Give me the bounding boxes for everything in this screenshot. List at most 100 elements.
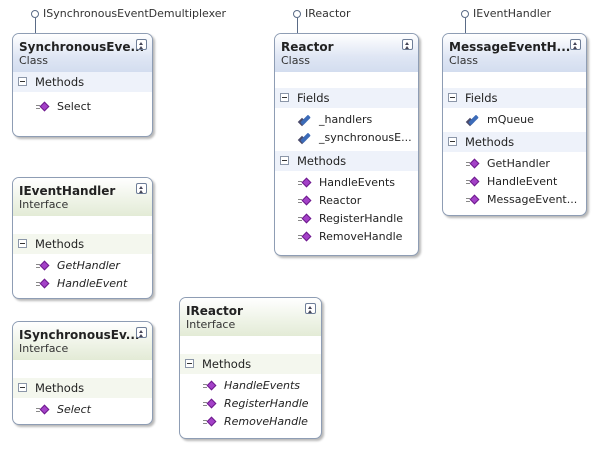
- member-field[interactable]: _handlers: [275, 111, 418, 129]
- class-shape-synchronouseventdemultiplexer[interactable]: SynchronousEve... Class Methods Select: [12, 33, 153, 137]
- member-method[interactable]: Select: [13, 98, 152, 116]
- method-icon: [298, 231, 312, 242]
- member-label: RemoveHandle: [224, 415, 308, 428]
- member-method[interactable]: RemoveHandle: [180, 413, 321, 431]
- method-icon: [298, 195, 312, 206]
- collapse-minus-icon[interactable]: [448, 137, 457, 146]
- lollipop-circle-icon: [31, 10, 39, 18]
- shape-name: IEventHandler: [19, 184, 116, 198]
- member-method[interactable]: HandleEvents: [275, 174, 418, 192]
- class-shape-reactor[interactable]: Reactor Class Fields _handlers _synchron…: [274, 33, 419, 256]
- section-methods[interactable]: Methods: [13, 234, 152, 254]
- shape-name: MessageEventH...: [449, 40, 571, 54]
- shape-header[interactable]: IEventHandler Interface: [13, 178, 152, 216]
- shape-kind: Class: [19, 54, 48, 67]
- member-label: HandleEvent: [487, 175, 558, 188]
- interface-shape-ireactor[interactable]: IReactor Interface Methods HandleEvents …: [179, 297, 322, 439]
- field-icon: [465, 114, 479, 127]
- collapse-toggle-icon[interactable]: [570, 39, 581, 50]
- field-icon: [297, 132, 311, 145]
- field-icon: [297, 114, 311, 127]
- lollipop-circle-icon: [293, 10, 301, 18]
- method-icon: [298, 177, 312, 188]
- member-label: HandleEvent: [57, 277, 128, 290]
- section-methods[interactable]: Methods: [275, 151, 418, 171]
- collapse-minus-icon[interactable]: [18, 239, 27, 248]
- collapse-minus-icon[interactable]: [448, 93, 457, 102]
- collapse-toggle-icon[interactable]: [136, 39, 147, 50]
- member-method[interactable]: Select: [13, 401, 152, 419]
- member-label: mQueue: [487, 113, 534, 126]
- shape-header[interactable]: ISynchronousEv... Interface: [13, 322, 152, 360]
- section-methods[interactable]: Methods: [180, 354, 321, 374]
- shape-kind: Class: [449, 54, 478, 67]
- member-method[interactable]: RegisterHandle: [275, 210, 418, 228]
- shape-header[interactable]: MessageEventH... Class: [443, 34, 586, 72]
- interface-shape-isynchronouseventdemultiplexer[interactable]: ISynchronousEv... Interface Methods Sele…: [12, 321, 153, 425]
- method-icon: [36, 278, 50, 289]
- member-method[interactable]: GetHandler: [443, 155, 586, 173]
- member-field[interactable]: mQueue: [443, 111, 586, 129]
- shape-name: ISynchronousEv...: [19, 328, 140, 342]
- member-method[interactable]: GetHandler: [13, 257, 152, 275]
- member-method[interactable]: MessageEvent...: [443, 191, 586, 209]
- collapse-toggle-icon[interactable]: [136, 327, 147, 338]
- member-method[interactable]: HandleEvent: [443, 173, 586, 191]
- member-method[interactable]: HandleEvents: [180, 377, 321, 395]
- collapse-toggle-icon[interactable]: [136, 183, 147, 194]
- lollipop-circle-icon: [461, 10, 469, 18]
- method-icon: [466, 194, 480, 205]
- member-label: MessageEvent...: [487, 193, 578, 206]
- member-field[interactable]: _synchronousE...: [275, 129, 418, 147]
- collapse-minus-icon[interactable]: [18, 383, 27, 392]
- section-methods[interactable]: Methods: [13, 378, 152, 398]
- shape-name: Reactor: [281, 40, 334, 54]
- member-method[interactable]: Reactor: [275, 192, 418, 210]
- member-method[interactable]: RegisterHandle: [180, 395, 321, 413]
- collapse-minus-icon[interactable]: [18, 77, 27, 86]
- section-methods[interactable]: Methods: [13, 72, 152, 92]
- member-method[interactable]: RemoveHandle: [275, 228, 418, 246]
- section-title: Methods: [465, 135, 515, 149]
- shape-name: SynchronousEve...: [19, 40, 145, 54]
- shape-header[interactable]: SynchronousEve... Class: [13, 34, 152, 72]
- section-title: Methods: [202, 357, 252, 371]
- collapse-minus-icon[interactable]: [280, 93, 289, 102]
- method-icon: [203, 398, 217, 409]
- section-title: Methods: [35, 381, 85, 395]
- section-title: Methods: [35, 237, 85, 251]
- interface-shape-ieventhandler[interactable]: IEventHandler Interface Methods GetHandl…: [12, 177, 153, 299]
- member-label: RegisterHandle: [224, 397, 309, 410]
- lollipop-label: IEventHandler: [473, 7, 552, 20]
- member-label: Select: [57, 403, 91, 416]
- method-icon: [36, 404, 50, 415]
- member-label: _synchronousE...: [319, 131, 412, 144]
- lollipop-label: ISynchronousEventDemultiplexer: [43, 7, 227, 20]
- shape-name: IReactor: [186, 304, 243, 318]
- method-icon: [466, 158, 480, 169]
- section-title: Fields: [465, 91, 498, 105]
- shape-kind: Interface: [186, 318, 236, 331]
- lollipop-label: IReactor: [305, 7, 351, 20]
- shape-header[interactable]: IReactor Interface: [180, 298, 321, 336]
- member-label: HandleEvents: [224, 379, 301, 392]
- collapse-toggle-icon[interactable]: [305, 303, 316, 314]
- shape-header[interactable]: Reactor Class: [275, 34, 418, 72]
- method-icon: [466, 176, 480, 187]
- shape-kind: Class: [281, 54, 310, 67]
- collapse-toggle-icon[interactable]: [402, 39, 413, 50]
- member-label: HandleEvents: [319, 176, 396, 189]
- section-fields[interactable]: Fields: [275, 88, 418, 108]
- member-label: RegisterHandle: [319, 212, 404, 225]
- collapse-minus-icon[interactable]: [185, 359, 194, 368]
- method-icon: [36, 260, 50, 271]
- member-label: GetHandler: [57, 259, 120, 272]
- class-shape-messageeventhandler[interactable]: MessageEventH... Class Fields mQueue Met…: [442, 33, 587, 216]
- section-fields[interactable]: Fields: [443, 88, 586, 108]
- method-icon: [298, 213, 312, 224]
- member-method[interactable]: HandleEvent: [13, 275, 152, 293]
- collapse-minus-icon[interactable]: [280, 156, 289, 165]
- method-icon: [203, 380, 217, 391]
- section-title: Fields: [297, 91, 330, 105]
- section-methods[interactable]: Methods: [443, 132, 586, 152]
